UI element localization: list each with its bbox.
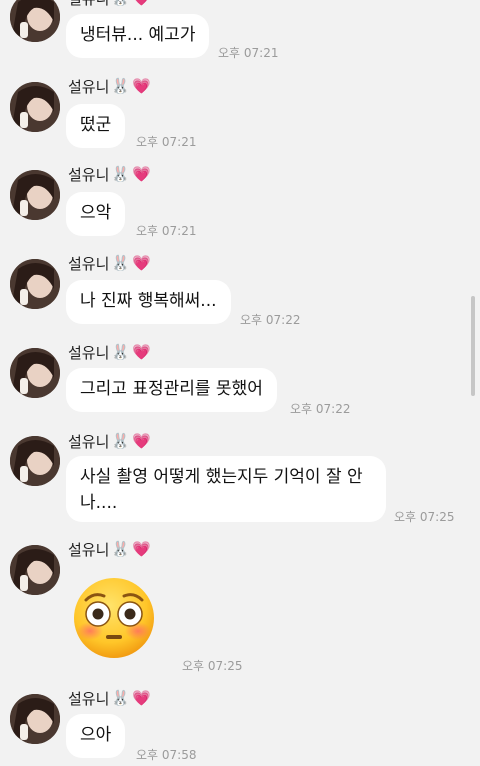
- rabbit-face-icon: 🐰: [111, 540, 131, 558]
- rabbit-face-icon: 🐰: [111, 0, 130, 6]
- message-time: 오후 07:58: [136, 748, 197, 762]
- avatar[interactable]: [10, 694, 60, 744]
- rabbit-face-icon: 🐰: [111, 689, 131, 707]
- message-time: 오후 07:22: [290, 402, 351, 416]
- message-time: 오후 07:25: [182, 659, 243, 673]
- rabbit-face-icon: 🐰: [111, 254, 131, 272]
- avatar[interactable]: [10, 348, 60, 398]
- rabbit-face-icon: 🐰: [111, 165, 131, 183]
- rabbit-face-icon: 🐰: [111, 77, 131, 95]
- message-time: 오후 07:21: [136, 224, 197, 238]
- scrollbar[interactable]: [471, 296, 475, 396]
- pink-heart-icon: 💗: [132, 689, 151, 707]
- rabbit-face-icon: 🐰: [111, 343, 131, 361]
- message-time: 오후 07:22: [240, 313, 301, 327]
- pink-heart-icon: 💗: [132, 77, 151, 95]
- avatar[interactable]: [10, 82, 60, 132]
- sender-name-text: 설유니: [68, 78, 110, 96]
- sender-name: 설유니 🐰 💗: [68, 253, 151, 274]
- sender-name-text: 설유니: [68, 690, 110, 708]
- message-time: 오후 07:21: [218, 46, 279, 60]
- pink-heart-icon: 💗: [132, 343, 151, 361]
- message-text: 떴군: [80, 115, 112, 135]
- pink-heart-icon: 💗: [132, 0, 151, 6]
- sender-name-text: 설유니: [68, 344, 110, 362]
- message-text: 으아: [80, 725, 112, 745]
- sender-name: 설유니 🐰 💗: [68, 0, 151, 9]
- message-text: 냉터뷰... 예고가: [80, 25, 196, 45]
- pink-heart-icon: 💗: [132, 540, 151, 558]
- message-bubble[interactable]: 으악: [66, 192, 126, 236]
- sender-name: 설유니 🐰 💗: [68, 539, 151, 560]
- flushed-face-emoji[interactable]: 😳: [72, 576, 156, 660]
- sender-name: 설유니 🐰 💗: [68, 688, 151, 709]
- avatar[interactable]: [10, 545, 60, 595]
- avatar[interactable]: [10, 259, 60, 309]
- avatar[interactable]: [10, 170, 60, 220]
- rabbit-face-icon: 🐰: [111, 432, 131, 450]
- message-text: 그리고 표정관리를 못했어: [80, 379, 263, 399]
- sender-name-text: 설유니: [68, 255, 110, 273]
- message-time: 오후 07:21: [136, 135, 197, 149]
- sender-name: 설유니 🐰 💗: [68, 431, 151, 452]
- message-time: 오후 07:25: [394, 510, 455, 524]
- sender-name: 설유니 🐰 💗: [68, 342, 151, 363]
- message-bubble[interactable]: 그리고 표정관리를 못했어: [66, 368, 277, 412]
- message-bubble[interactable]: 사실 촬영 어떻게 했는지두 기억이 잘 안 나....: [66, 456, 386, 522]
- pink-heart-icon: 💗: [132, 432, 151, 450]
- sender-name-text: 설유니: [68, 0, 109, 9]
- message-text: 나 진짜 행복해써...: [80, 291, 217, 311]
- sender-name-text: 설유니: [68, 541, 110, 559]
- sender-name-text: 설유니: [68, 166, 110, 184]
- sender-name: 설유니 🐰 💗: [68, 164, 151, 185]
- flushed-face-emoji-graphic: [74, 578, 154, 658]
- avatar[interactable]: [10, 436, 60, 486]
- message-bubble[interactable]: 떴군: [66, 104, 126, 148]
- chat-thread[interactable]: 설유니 🐰 💗 냉터뷰... 예고가 오후 07:21 설유니 🐰 💗 떴군 오…: [0, 0, 480, 766]
- message-bubble[interactable]: 으아: [66, 714, 126, 758]
- pink-heart-icon: 💗: [132, 165, 151, 183]
- message-bubble[interactable]: 냉터뷰... 예고가: [66, 14, 210, 58]
- avatar[interactable]: [10, 0, 60, 42]
- message-bubble[interactable]: 나 진짜 행복해써...: [66, 280, 231, 324]
- pink-heart-icon: 💗: [132, 254, 151, 272]
- sender-name-text: 설유니: [68, 433, 110, 451]
- sender-name: 설유니 🐰 💗: [68, 76, 151, 97]
- message-text: 으악: [80, 203, 112, 223]
- message-text: 사실 촬영 어떻게 했는지두 기억이 잘 안 나....: [80, 467, 363, 513]
